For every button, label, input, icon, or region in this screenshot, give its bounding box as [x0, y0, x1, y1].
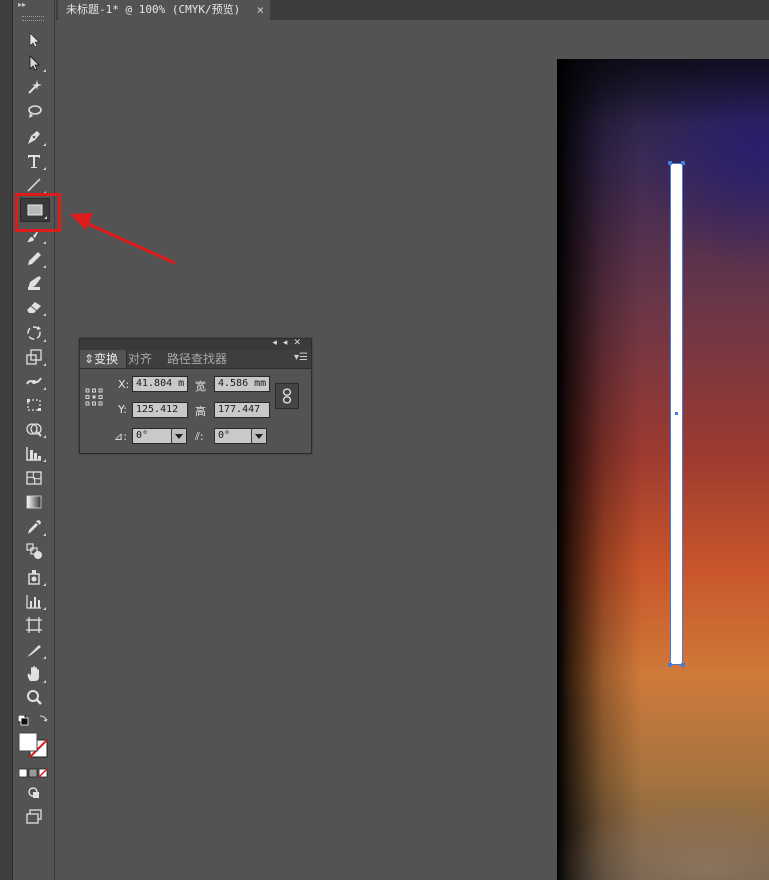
- color-mode-buttons[interactable]: [19, 767, 49, 779]
- tools-panel: ▸▸: [0, 0, 55, 880]
- document-tab-title: 未标题-1* @ 100% (CMYK/预览): [66, 3, 241, 16]
- column-graph-icon: [26, 595, 41, 609]
- collapse-icon[interactable]: ◂◂: [272, 338, 293, 348]
- magic-wand-tool[interactable]: [20, 76, 48, 98]
- panel-menu-icon[interactable]: ▾☰: [294, 352, 308, 363]
- free-transform-icon: [27, 399, 41, 411]
- shape-builder-icon: [26, 423, 42, 437]
- selection-tool[interactable]: [20, 29, 48, 51]
- x-field[interactable]: 41.804 m: [132, 376, 188, 392]
- fill-stroke-swatches[interactable]: [18, 715, 50, 763]
- shear-field[interactable]: 0°: [214, 428, 267, 444]
- mesh-tool[interactable]: [20, 467, 48, 489]
- symbol-sprayer-tool[interactable]: [20, 566, 48, 588]
- perspective-grid-tool[interactable]: [20, 442, 48, 464]
- magic-wand-icon: [28, 80, 42, 94]
- close-icon[interactable]: ✕: [293, 338, 307, 348]
- selection-handle[interactable]: [668, 161, 672, 165]
- panel-tab-bar: ⇕变换 对齐 路径查找器 ▾☰: [80, 350, 311, 369]
- lasso-tool[interactable]: [20, 101, 48, 123]
- free-transform-tool[interactable]: [20, 394, 48, 416]
- rectangle-tool-highlight: [15, 193, 61, 232]
- artboard[interactable]: [557, 59, 769, 880]
- hand-tool[interactable]: [20, 663, 48, 685]
- rotate-field[interactable]: 0°: [132, 428, 187, 444]
- blend-icon: [26, 543, 42, 559]
- artboard-icon: [26, 617, 42, 633]
- pen-tool[interactable]: [20, 126, 48, 148]
- eraser-icon: [27, 302, 41, 313]
- slice-tool[interactable]: [20, 639, 48, 661]
- gradient-icon: [26, 495, 42, 509]
- panel-title-bar[interactable]: ◂◂✕: [80, 338, 311, 350]
- shear-label: ⫽:: [195, 430, 204, 443]
- slice-icon: [27, 645, 41, 657]
- scale-tool[interactable]: [20, 346, 48, 368]
- arrow-icon: [29, 32, 40, 48]
- direct-selection-tool[interactable]: [20, 52, 48, 74]
- width-label: 宽: [195, 380, 206, 393]
- screen-mode-tool[interactable]: [20, 806, 48, 828]
- document-tab-bar: 未标题-1* @ 100% (CMYK/预览) ×: [56, 0, 769, 21]
- toolbar-dock-strip: [0, 0, 13, 880]
- height-label: 高: [195, 405, 206, 418]
- tab-pathfinder[interactable]: 路径查找器: [163, 350, 231, 368]
- perspective-grid-icon: [26, 447, 41, 461]
- blob-brush-tool[interactable]: [20, 272, 48, 294]
- y-field[interactable]: 125.412: [132, 402, 188, 418]
- pencil-tool[interactable]: [20, 248, 48, 270]
- rotate-icon: [27, 326, 41, 340]
- height-field[interactable]: 177.447: [214, 402, 270, 418]
- line-icon: [27, 178, 41, 192]
- selection-handle[interactable]: [681, 161, 685, 165]
- type-tool[interactable]: [20, 150, 48, 172]
- screen-mode-icon: [26, 809, 42, 824]
- scale-icon: [26, 349, 42, 365]
- eyedropper-icon: [28, 520, 41, 534]
- width-icon: [26, 377, 42, 385]
- x-label: X:: [118, 378, 130, 391]
- rotate-tool[interactable]: [20, 322, 48, 344]
- reference-point-icon[interactable]: [85, 388, 103, 406]
- eyedropper-tool[interactable]: [20, 516, 48, 538]
- symbol-sprayer-icon: [28, 570, 40, 585]
- chevron-down-icon[interactable]: [171, 429, 186, 443]
- selection-handle[interactable]: [681, 663, 685, 667]
- hand-icon: [27, 666, 39, 681]
- close-icon[interactable]: ×: [257, 0, 264, 20]
- width-field[interactable]: 4.586 mm: [214, 376, 270, 392]
- toolbar-grip[interactable]: [22, 16, 44, 21]
- blob-brush-icon: [28, 276, 41, 290]
- column-graph-tool[interactable]: [20, 590, 48, 612]
- blend-tool[interactable]: [20, 540, 48, 562]
- tab-align[interactable]: 对齐: [124, 350, 156, 368]
- white-arrow-icon: [29, 55, 40, 71]
- draw-mode-icon: [28, 787, 39, 798]
- type-icon: [28, 155, 40, 168]
- eraser-tool[interactable]: [20, 296, 48, 318]
- collapse-panel-icon[interactable]: ▸▸: [18, 1, 26, 9]
- selection-handle[interactable]: [668, 663, 672, 667]
- pen-icon: [28, 131, 40, 144]
- document-tab[interactable]: 未标题-1* @ 100% (CMYK/预览) ×: [58, 0, 270, 20]
- zoom-icon: [27, 690, 42, 705]
- constrain-proportions-button[interactable]: [275, 383, 299, 409]
- chevron-down-icon[interactable]: [251, 429, 266, 443]
- mesh-icon: [26, 471, 42, 485]
- link-icon: [282, 388, 292, 404]
- pencil-icon: [28, 252, 41, 265]
- draw-mode-tool[interactable]: [20, 782, 48, 804]
- lasso-icon: [28, 105, 42, 118]
- shape-builder-tool[interactable]: [20, 418, 48, 440]
- y-label: Y:: [118, 403, 127, 416]
- zoom-tool[interactable]: [20, 687, 48, 709]
- transform-panel: ◂◂✕ ⇕变换 对齐 路径查找器 ▾☰ X: 41.804 m 宽 4.586 …: [79, 338, 312, 454]
- tab-transform[interactable]: ⇕变换: [80, 350, 127, 368]
- artboard-tool[interactable]: [20, 614, 48, 636]
- gradient-tool[interactable]: [20, 491, 48, 513]
- width-tool[interactable]: [20, 370, 48, 392]
- rotate-label: ⊿:: [114, 430, 127, 443]
- center-point-handle: [675, 412, 678, 415]
